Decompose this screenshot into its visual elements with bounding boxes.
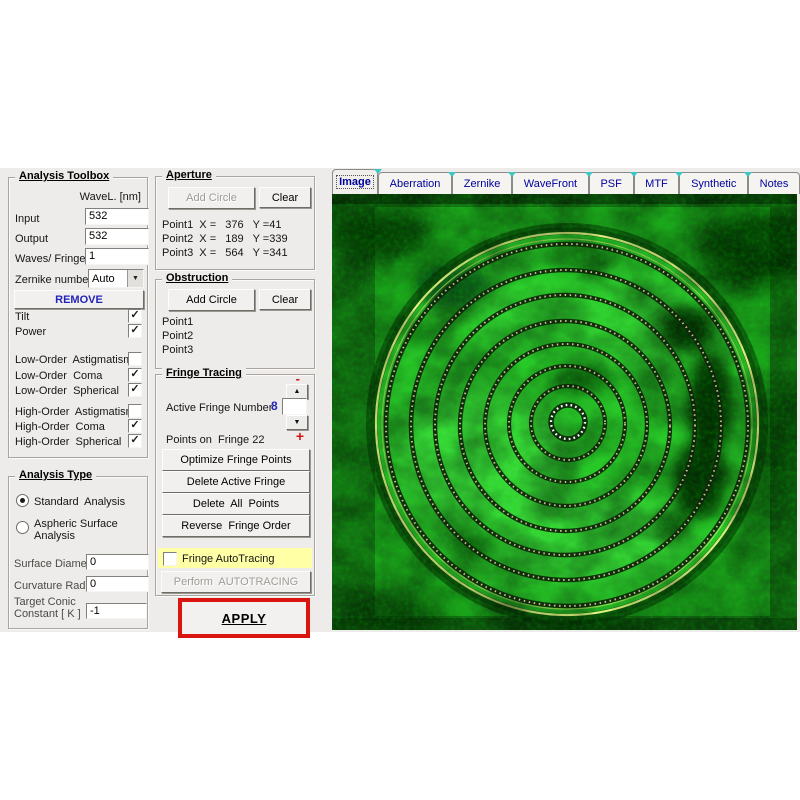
aperture-point3: Point3 X = 564 Y =341 <box>162 247 288 259</box>
obstruction-point2: Point2 <box>162 330 193 342</box>
check-icon: ✓ <box>129 435 141 446</box>
tab-notes[interactable]: Notes <box>748 172 800 194</box>
input-wavelength-field[interactable]: 532 <box>85 208 149 225</box>
checkbox-label-lo-coma: Low-Order Coma <box>15 370 102 382</box>
analysis-type-group: Analysis Type Standard Analysis Aspheric… <box>8 476 148 629</box>
analysis-toolbox-group: Analysis Toolbox WaveL. [nm] Input 532 O… <box>8 177 148 458</box>
obstruction-point3: Point3 <box>162 344 193 356</box>
checkbox-power[interactable]: ✓ <box>128 324 142 338</box>
fringe-spinner-track[interactable] <box>282 398 307 415</box>
checkbox-label-tilt: Tilt <box>15 311 29 323</box>
checkbox-label-ho-coma: High-Order Coma <box>15 421 105 433</box>
radio-label-standard: Standard Analysis <box>34 496 125 508</box>
checkbox-ho-coma[interactable]: ✓ <box>128 419 142 433</box>
checkbox-label-ho-spherical: High-Order Spherical <box>15 436 121 448</box>
remove-button[interactable]: REMOVE <box>14 290 144 309</box>
radio-aspheric-analysis[interactable] <box>16 521 29 534</box>
dropdown-arrow-icon[interactable]: ▼ <box>127 270 143 287</box>
checkbox-label-ho-astigmatism: High-Order Astigmatism <box>15 406 135 418</box>
apply-button[interactable]: APPLY <box>178 598 310 638</box>
input-label: Input <box>15 213 39 225</box>
obstruction-add-circle-button[interactable]: Add Circle <box>168 289 255 311</box>
tab-image[interactable]: Image <box>332 169 378 194</box>
igram-grain-texture <box>332 194 797 630</box>
active-fringe-number: 8 <box>271 400 278 412</box>
apply-button-label: APPLY <box>222 611 267 626</box>
checkbox-ho-spherical[interactable]: ✓ <box>128 434 142 448</box>
radio-label-aspheric: Aspheric Surface Analysis <box>34 518 122 542</box>
spinner-down-icon: ▼ <box>294 419 301 426</box>
analysis-toolbox-title: Analysis Toolbox <box>15 170 113 182</box>
fringe-autotracing-row: Fringe AutoTracing <box>158 548 312 568</box>
tab-mtf[interactable]: MTF <box>634 172 680 194</box>
checkbox-ho-astigmatism[interactable] <box>128 404 142 418</box>
zernike-number-value: Auto <box>89 273 127 285</box>
tab-wavefront[interactable]: WaveFront <box>512 172 589 194</box>
check-icon: ✓ <box>129 310 141 321</box>
check-icon: ✓ <box>129 325 141 336</box>
waves-per-fringe-label: Waves/ Fringe <box>15 253 86 265</box>
aperture-clear-button[interactable]: Clear <box>259 187 311 208</box>
obstruction-clear-button[interactable]: Clear <box>259 289 311 310</box>
curvature-radius-field[interactable]: 0 <box>86 576 149 592</box>
checkbox-label-lo-spherical: Low-Order Spherical <box>15 385 119 397</box>
checkbox-lo-spherical[interactable]: ✓ <box>128 383 142 397</box>
fringe-plus-indicator: + <box>296 430 304 442</box>
target-conic-label: Target Conic Constant [ K ] <box>14 596 86 620</box>
check-icon: ✓ <box>129 420 141 431</box>
checkbox-label-lo-astigmatism: Low-Order Astigmatism <box>15 354 132 366</box>
radio-dot <box>20 498 25 503</box>
wavelength-header: WaveL. [nm] <box>80 191 141 203</box>
fringe-tracing-title: Fringe Tracing <box>162 367 246 379</box>
checkbox-lo-astigmatism[interactable] <box>128 352 142 366</box>
output-wavelength-field[interactable]: 532 <box>85 228 149 245</box>
fringe-autotracing-checkbox[interactable] <box>163 552 177 566</box>
main-panel: Analysis Toolbox WaveL. [nm] Input 532 O… <box>0 168 800 632</box>
aperture-point1: Point1 X = 376 Y =41 <box>162 219 281 231</box>
checkbox-label-power: Power <box>15 326 46 338</box>
aperture-title: Aperture <box>162 169 216 181</box>
obstruction-group: Obstruction Add Circle Clear Point1 Poin… <box>155 279 315 369</box>
application-window: Analysis Toolbox WaveL. [nm] Input 532 O… <box>0 0 800 800</box>
target-conic-field[interactable]: -1 <box>86 603 147 619</box>
obstruction-title: Obstruction <box>162 272 232 284</box>
aperture-group: Aperture Add Circle Clear Point1 X = 376… <box>155 176 315 270</box>
aperture-point2: Point2 X = 189 Y =339 <box>162 233 288 245</box>
waves-per-fringe-field[interactable]: 1 <box>85 248 149 265</box>
checkbox-lo-coma[interactable]: ✓ <box>128 368 142 382</box>
check-icon: ✓ <box>129 384 141 395</box>
radio-standard-analysis[interactable] <box>16 494 29 507</box>
fringe-autotracing-label: Fringe AutoTracing <box>182 553 275 565</box>
output-label: Output <box>15 233 48 245</box>
reverse-fringe-order-button[interactable]: Reverse Fringe Order <box>162 515 310 537</box>
delete-active-fringe-button[interactable]: Delete Active Fringe <box>162 471 310 493</box>
aperture-add-circle-button[interactable]: Add Circle <box>168 187 255 209</box>
obstruction-point1: Point1 <box>162 316 193 328</box>
perform-autotracing-button[interactable]: Perform AUTOTRACING <box>161 571 311 593</box>
tab-aberration[interactable]: Aberration <box>378 172 452 194</box>
tab-synthetic[interactable]: Synthetic <box>679 172 748 194</box>
checkbox-tilt[interactable]: ✓ <box>128 309 142 323</box>
delete-all-points-button[interactable]: Delete All Points <box>162 493 310 515</box>
fringe-tracing-group: Fringe Tracing - ▲ ▼ Active Fringe Numbe… <box>155 374 315 596</box>
analysis-type-title: Analysis Type <box>15 469 96 481</box>
tab-zernike[interactable]: Zernike <box>452 172 512 194</box>
active-fringe-label: Active Fringe Number <box>166 402 272 414</box>
tab-psf[interactable]: PSF <box>589 172 634 194</box>
surface-diameter-field[interactable]: 0 <box>86 554 149 570</box>
points-on-fringe-label: Points on Fringe 22 <box>166 434 264 446</box>
optimize-fringe-points-button[interactable]: Optimize Fringe Points <box>162 449 310 471</box>
view-tab-bar: Image Aberration Zernike WaveFront PSF M… <box>332 170 800 194</box>
fringe-spinner-up-button[interactable]: ▲ <box>286 384 308 399</box>
interferogram-image[interactable] <box>332 194 797 630</box>
zernike-number-dropdown[interactable]: Auto ▼ <box>88 269 144 288</box>
zernike-number-label: Zernike number <box>15 274 92 286</box>
check-icon: ✓ <box>129 369 141 380</box>
spinner-up-icon: ▲ <box>294 388 301 395</box>
